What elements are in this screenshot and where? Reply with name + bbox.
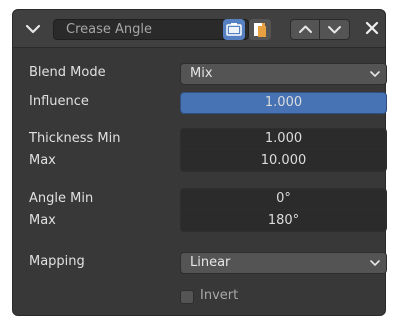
blend-mode-label: Blend Mode: [29, 65, 106, 80]
thickness-max-label: Max: [29, 153, 56, 168]
render-toggle-button[interactable]: [223, 19, 245, 40]
edit-mode-toggle-button[interactable]: [249, 19, 271, 40]
thickness-min-field[interactable]: 1.000: [180, 128, 387, 150]
invert-label[interactable]: Invert: [200, 288, 238, 303]
modifier-name-input[interactable]: [54, 20, 248, 39]
thickness-max-field[interactable]: 10.000: [180, 150, 387, 172]
chevron-up-icon: [299, 25, 312, 33]
mapping-dropdown[interactable]: Linear: [180, 252, 387, 274]
move-up-button[interactable]: [291, 20, 320, 39]
panel-header: [13, 10, 385, 48]
influence-label: Influence: [29, 94, 89, 109]
edit-mode-icon: [254, 23, 266, 37]
invert-checkbox[interactable]: [180, 290, 194, 304]
collapse-chevron-down-icon[interactable]: [25, 23, 41, 35]
modifier-panel: Blend Mode Mix Influence 1.000 Thickness…: [12, 9, 387, 316]
chevron-down-icon: [370, 260, 380, 267]
blend-mode-value: Mix: [190, 66, 213, 81]
angle-max-field[interactable]: 180°: [180, 210, 387, 232]
mapping-value: Linear: [190, 255, 231, 270]
chevron-down-icon: [370, 71, 380, 78]
influence-slider[interactable]: 1.000: [180, 92, 387, 114]
camera-icon: [226, 23, 242, 36]
thickness-min-label: Thickness Min: [29, 131, 121, 146]
mapping-label: Mapping: [29, 254, 85, 269]
angle-min-field[interactable]: 0°: [180, 188, 387, 210]
move-down-button[interactable]: [320, 20, 349, 39]
angle-min-label: Angle Min: [29, 191, 94, 206]
chevron-down-icon: [328, 26, 341, 34]
close-icon[interactable]: [365, 21, 379, 35]
blend-mode-dropdown[interactable]: Mix: [180, 63, 387, 85]
modifier-name-field[interactable]: [53, 19, 249, 40]
move-buttons: [290, 19, 350, 40]
angle-max-label: Max: [29, 213, 56, 228]
